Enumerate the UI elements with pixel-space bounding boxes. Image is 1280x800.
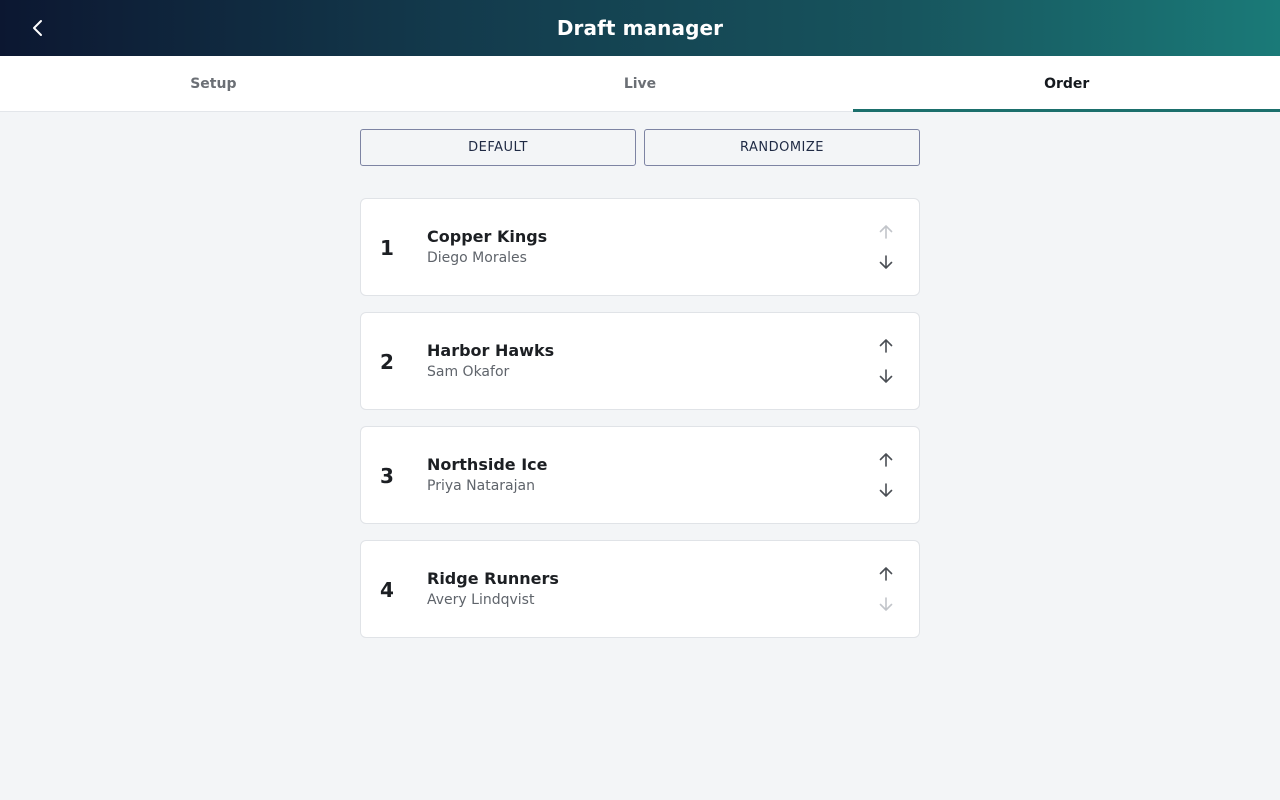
tab-live[interactable]: Live (427, 56, 854, 111)
order-actions: DEFAULT RANDOMIZE (360, 129, 920, 166)
draft-order-item: 4 Ridge Runners Avery Lindqvist (360, 540, 920, 638)
draft-order-list: 1 Copper Kings Diego Morales 2 Harbor Ha… (360, 198, 920, 638)
owner-name: Avery Lindqvist (427, 592, 535, 608)
team-name: Northside Ice (427, 455, 548, 474)
draft-order-item: 1 Copper Kings Diego Morales (360, 198, 920, 296)
arrow-down-icon (879, 483, 893, 497)
randomize-button[interactable]: RANDOMIZE (644, 129, 920, 166)
tab-order[interactable]: Order (853, 56, 1280, 112)
owner-name: Priya Natarajan (427, 478, 535, 494)
chevron-left-icon (33, 20, 42, 36)
move-down-button[interactable] (874, 592, 898, 616)
draft-position: 4 (380, 578, 394, 602)
app-header: Draft manager (0, 0, 1280, 56)
tab-setup[interactable]: Setup (0, 56, 427, 111)
arrow-up-icon (879, 567, 893, 581)
draft-position: 1 (380, 236, 394, 260)
move-down-button[interactable] (874, 250, 898, 274)
team-name: Copper Kings (427, 227, 548, 246)
arrow-up-icon (879, 453, 893, 467)
back-button[interactable] (24, 14, 52, 42)
draft-position: 3 (380, 464, 394, 488)
move-up-button[interactable] (874, 220, 898, 244)
draft-order-item: 3 Northside Ice Priya Natarajan (360, 426, 920, 524)
arrow-up-icon (879, 225, 893, 239)
draft-position: 2 (380, 350, 394, 374)
move-down-button[interactable] (874, 478, 898, 502)
draft-order-item: 2 Harbor Hawks Sam Okafor (360, 312, 920, 410)
arrow-down-icon (879, 597, 893, 611)
owner-name: Sam Okafor (427, 364, 510, 380)
arrow-down-icon (879, 255, 893, 269)
move-down-button[interactable] (874, 364, 898, 388)
move-up-button[interactable] (874, 562, 898, 586)
team-name: Harbor Hawks (427, 341, 555, 360)
page-title: Draft manager (556, 16, 724, 40)
move-up-button[interactable] (874, 334, 898, 358)
move-up-button[interactable] (874, 448, 898, 472)
arrow-down-icon (879, 369, 893, 383)
team-name: Ridge Runners (427, 569, 559, 588)
tab-bar: Setup Live Order (0, 56, 1280, 112)
arrow-up-icon (879, 339, 893, 353)
owner-name: Diego Morales (427, 250, 527, 266)
default-button[interactable]: DEFAULT (360, 129, 636, 166)
